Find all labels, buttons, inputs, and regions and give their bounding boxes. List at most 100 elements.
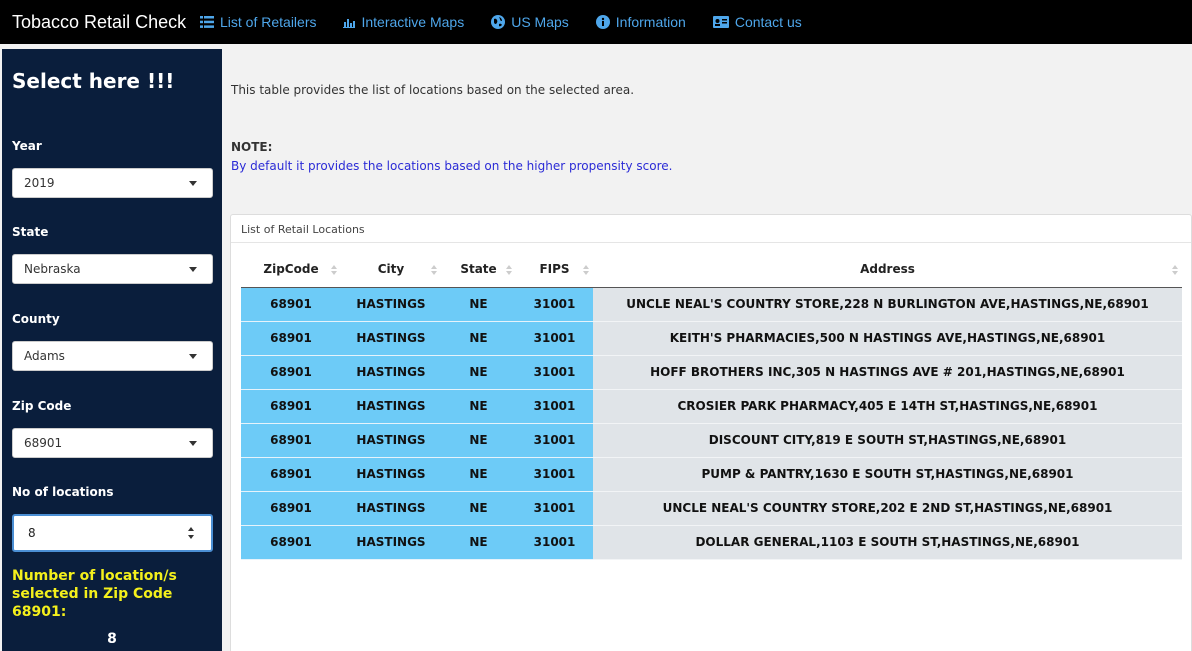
cell-city: HASTINGS <box>341 525 441 560</box>
locations-value: 8 <box>28 526 36 540</box>
column-label: ZipCode <box>263 261 319 276</box>
table-header-row: ZipCode City State FIPS Address <box>241 251 1182 288</box>
column-header-city[interactable]: City <box>341 251 441 288</box>
cell-address: UNCLE NEAL'S COUNTRY STORE,228 N BURLING… <box>593 287 1182 322</box>
list-icon <box>200 16 214 28</box>
cell-zipcode: 68901 <box>241 355 341 390</box>
note-heading: NOTE: <box>231 140 273 154</box>
column-header-state[interactable]: State <box>441 251 516 288</box>
chevron-down-icon <box>189 441 197 446</box>
locations-input[interactable]: 8 <box>12 514 213 552</box>
nav-label: Information <box>615 14 686 30</box>
county-value: Adams <box>24 349 65 363</box>
table-row[interactable]: 68901 HASTINGS NE 31001 DISCOUNT CITY,819 E … <box>241 423 1182 458</box>
sort-icon <box>506 265 512 275</box>
chevron-down-icon <box>189 267 197 272</box>
sort-icon <box>331 265 337 275</box>
table-description: This table provides the list of location… <box>231 83 635 97</box>
cell-state: NE <box>441 355 516 390</box>
nav-information[interactable]: Information <box>595 14 686 30</box>
state-select[interactable]: Nebraska <box>12 254 213 284</box>
cell-address: UNCLE NEAL'S COUNTRY STORE,202 E 2ND ST,… <box>593 491 1182 526</box>
cell-state: NE <box>441 423 516 458</box>
cell-state: NE <box>441 389 516 424</box>
panel-title: List of Retail Locations <box>231 215 1191 243</box>
cell-city: HASTINGS <box>341 491 441 526</box>
cell-state: NE <box>441 321 516 356</box>
cell-address: DOLLAR GENERAL,1103 E SOUTH ST,HASTINGS,… <box>593 525 1182 560</box>
cell-zipcode: 68901 <box>241 525 341 560</box>
county-select[interactable]: Adams <box>12 341 213 371</box>
chevron-down-icon <box>189 181 197 186</box>
cell-city: HASTINGS <box>341 355 441 390</box>
cell-zipcode: 68901 <box>241 491 341 526</box>
cell-address: KEITH'S PHARMACIES,500 N HASTINGS AVE,HA… <box>593 321 1182 356</box>
nav-list-of-retailers[interactable]: List of Retailers <box>200 14 316 30</box>
table-row[interactable]: 68901 HASTINGS NE 31001 KEITH'S PHARMACIES,5… <box>241 321 1182 356</box>
column-header-fips[interactable]: FIPS <box>516 251 593 288</box>
zip-select[interactable]: 68901 <box>12 428 213 458</box>
cell-city: HASTINGS <box>341 321 441 356</box>
cell-zipcode: 68901 <box>241 321 341 356</box>
table-row[interactable]: 68901 HASTINGS NE 31001 DOLLAR GENERAL,1103 … <box>241 525 1182 560</box>
state-value: Nebraska <box>24 262 81 276</box>
table-row[interactable]: 68901 HASTINGS NE 31001 PUMP & PANTRY,1630 E… <box>241 457 1182 492</box>
column-label: FIPS <box>539 261 570 276</box>
table-row[interactable]: 68901 HASTINGS NE 31001 HOFF BROTHERS INC,30… <box>241 355 1182 390</box>
cell-zipcode: 68901 <box>241 287 341 322</box>
cell-fips: 31001 <box>516 355 593 390</box>
table-row[interactable]: 68901 HASTINGS NE 31001 UNCLE NEAL'S COUNTRY… <box>241 287 1182 322</box>
cell-fips: 31001 <box>516 457 593 492</box>
cell-zipcode: 68901 <box>241 457 341 492</box>
nav-interactive-maps[interactable]: Interactive Maps <box>343 14 464 30</box>
year-select[interactable]: 2019 <box>12 168 213 198</box>
county-label: County <box>12 312 60 326</box>
cell-zipcode: 68901 <box>241 423 341 458</box>
cell-fips: 31001 <box>516 525 593 560</box>
cell-state: NE <box>441 287 516 322</box>
cell-city: HASTINGS <box>341 287 441 322</box>
cell-state: NE <box>441 525 516 560</box>
cell-state: NE <box>441 457 516 492</box>
sidebar: Select here !!! Year 2019 State Nebraska… <box>2 49 222 651</box>
cell-address: PUMP & PANTRY,1630 E SOUTH ST,HASTINGS,N… <box>593 457 1182 492</box>
cell-fips: 31001 <box>516 287 593 322</box>
retail-locations-panel: List of Retail Locations ZipCode City St… <box>230 214 1192 651</box>
column-header-zipcode[interactable]: ZipCode <box>241 251 341 288</box>
column-header-address[interactable]: Address <box>593 251 1182 288</box>
cell-address: DISCOUNT CITY,819 E SOUTH ST,HASTINGS,NE… <box>593 423 1182 458</box>
globe-icon <box>491 15 506 29</box>
cell-address: CROSIER PARK PHARMACY,405 E 14TH ST,HAST… <box>593 389 1182 424</box>
year-label: Year <box>12 139 42 153</box>
chevron-down-icon <box>189 354 197 359</box>
cell-address: HOFF BROTHERS INC,305 N HASTINGS AVE # 2… <box>593 355 1182 390</box>
cell-city: HASTINGS <box>341 423 441 458</box>
nav-label: US Maps <box>511 14 569 30</box>
nav-label: Interactive Maps <box>361 14 465 30</box>
column-label: City <box>377 261 405 276</box>
sort-icon <box>583 265 589 275</box>
column-label: State <box>460 261 497 276</box>
cell-fips: 31001 <box>516 321 593 356</box>
locations-summary-count: 8 <box>107 631 117 647</box>
top-navbar: Tobacco Retail Check List of Retailers I… <box>0 0 1192 44</box>
cell-fips: 31001 <box>516 389 593 424</box>
cell-fips: 31001 <box>516 423 593 458</box>
retail-locations-table: ZipCode City State FIPS Address 68901 HAS… <box>241 251 1182 560</box>
cell-zipcode: 68901 <box>241 389 341 424</box>
table-row[interactable]: 68901 HASTINGS NE 31001 UNCLE NEAL'S COUNTRY… <box>241 491 1182 526</box>
sidebar-title: Select here !!! <box>12 69 175 93</box>
app-brand[interactable]: Tobacco Retail Check <box>0 12 200 33</box>
state-label: State <box>12 225 49 239</box>
cell-fips: 31001 <box>516 491 593 526</box>
zip-label: Zip Code <box>12 399 72 413</box>
id-card-icon <box>712 16 729 28</box>
sort-icon <box>431 265 437 275</box>
cell-state: NE <box>441 491 516 526</box>
spinner-arrows-icon[interactable] <box>187 526 195 540</box>
nav-us-maps[interactable]: US Maps <box>491 14 569 30</box>
table-row[interactable]: 68901 HASTINGS NE 31001 CROSIER PARK PHARMAC… <box>241 389 1182 424</box>
nav-contact-us[interactable]: Contact us <box>712 14 802 30</box>
locations-summary-text: Number of location/s selected in Zip Cod… <box>12 568 177 620</box>
sort-icon <box>1172 265 1178 275</box>
